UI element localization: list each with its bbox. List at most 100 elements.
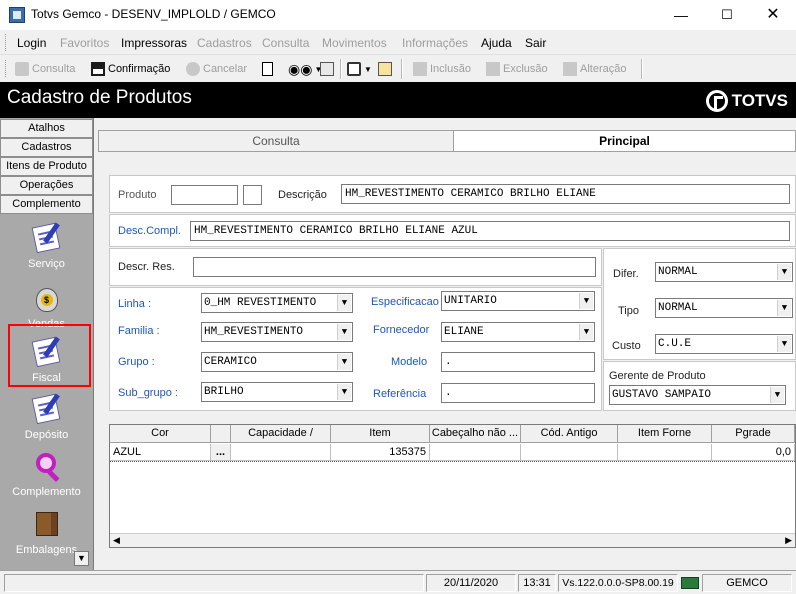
grupo-select[interactable]: CERAMICO ▼: [201, 352, 353, 372]
minimize-button[interactable]: —: [658, 0, 704, 30]
tab-divider: [98, 151, 796, 152]
subgrupo-select[interactable]: BRILHO ▼: [201, 382, 353, 402]
grid-header-cod-antigo[interactable]: Cód. Antigo: [521, 425, 618, 443]
tipo-select[interactable]: NORMAL ▼: [655, 298, 793, 318]
grid-cell-capacidade[interactable]: [231, 444, 331, 461]
familia-select[interactable]: HM_REVESTIMENTO ▼: [201, 322, 353, 342]
menu-cadastros[interactable]: Cadastros: [197, 36, 252, 50]
modelo-input[interactable]: .: [441, 352, 595, 372]
scroll-left-icon[interactable]: ◀: [113, 535, 120, 546]
gerente-select[interactable]: GUSTAVO SAMPAIO ▼: [609, 385, 786, 405]
exclusao-button[interactable]: Exclusão: [486, 61, 548, 77]
nav-operacoes[interactable]: Operações: [0, 176, 93, 195]
inclusao-button[interactable]: Inclusão: [413, 61, 471, 77]
print-button[interactable]: ▼: [347, 61, 372, 77]
maximize-button[interactable]: ☐: [704, 0, 750, 30]
new-document-button[interactable]: [262, 61, 276, 77]
grid-cell-ellipsis-button[interactable]: ...: [211, 444, 231, 461]
grid-cell-cabecalho[interactable]: [430, 444, 521, 461]
chevron-down-icon[interactable]: ▼: [579, 293, 593, 309]
grid-cell-item-forne[interactable]: [618, 444, 712, 461]
chevron-down-icon[interactable]: ▼: [777, 264, 791, 280]
consulta-button[interactable]: Consulta: [15, 61, 75, 77]
nav-icon-label: Serviço: [28, 258, 65, 270]
menu-impressoras[interactable]: Impressoras: [121, 36, 187, 50]
grid-cell-cod-antigo[interactable]: [521, 444, 618, 461]
menu-movimentos[interactable]: Movimentos: [322, 36, 387, 50]
menu-favoritos[interactable]: Favoritos: [60, 36, 109, 50]
linha-label: Linha :: [118, 298, 152, 310]
chevron-down-icon[interactable]: ▼: [337, 384, 351, 400]
tab-principal[interactable]: Principal: [454, 130, 796, 151]
nav-atalhos[interactable]: Atalhos: [0, 119, 93, 138]
menu-consulta[interactable]: Consulta: [262, 36, 309, 50]
custo-select[interactable]: C.U.E ▼: [655, 334, 793, 354]
form-button[interactable]: [320, 61, 337, 77]
fornecedor-select[interactable]: ELIANE ▼: [441, 322, 595, 342]
grid-cell-cor[interactable]: AZUL: [110, 444, 211, 461]
chevron-down-icon[interactable]: ▼: [770, 387, 784, 403]
produto-digit-input[interactable]: [243, 185, 262, 205]
scroll-right-icon[interactable]: ▶: [785, 535, 792, 546]
nav-itens-de-produto[interactable]: Itens de Produto: [0, 157, 93, 176]
produto-input[interactable]: [171, 185, 238, 205]
toolbar-grip: [5, 60, 8, 77]
nav-icon-vendas[interactable]: $ Vendas: [0, 282, 93, 330]
nav-icon-embalagens[interactable]: Embalagens: [0, 508, 93, 556]
cancelar-button[interactable]: Cancelar: [186, 61, 247, 77]
chevron-down-icon[interactable]: ▼: [337, 295, 351, 311]
close-button[interactable]: ✕: [750, 0, 796, 30]
nav-icon-deposito[interactable]: Depósito: [0, 393, 93, 441]
chevron-down-icon[interactable]: ▼: [337, 354, 351, 370]
nav-scroll-down-button[interactable]: ▼: [74, 551, 89, 566]
descr-res-input[interactable]: [193, 257, 596, 277]
especificacao-select[interactable]: UNITARIO ▼: [441, 291, 595, 311]
title-bar: Totvs Gemco - DESENV_IMPLOLD / GEMCO — ☐…: [0, 0, 796, 30]
chevron-down-icon[interactable]: ▼: [579, 324, 593, 340]
grid-header-cor[interactable]: Cor: [110, 425, 211, 443]
grid-header-item-forne[interactable]: Item Forne: [618, 425, 712, 443]
descricao-input[interactable]: HM_REVESTIMENTO CERAMICO BRILHO ELIANE: [341, 184, 790, 204]
chevron-down-icon[interactable]: ▼: [777, 336, 791, 352]
chevron-down-icon[interactable]: ▼: [777, 300, 791, 316]
find-button[interactable]: ◉◉ ▼: [288, 61, 322, 77]
chevron-down-icon[interactable]: ▼: [337, 324, 351, 340]
fornecedor-value: ELIANE: [444, 326, 484, 338]
grid-header-blank[interactable]: [211, 425, 231, 443]
tab-consulta[interactable]: Consulta: [98, 130, 454, 151]
nav-complemento[interactable]: Complemento: [0, 195, 93, 214]
grid-header-item[interactable]: Item: [331, 425, 430, 443]
difer-label: Difer.: [613, 268, 639, 280]
money-bag-icon: $: [31, 282, 63, 314]
alteracao-button[interactable]: Alteração: [563, 61, 626, 77]
nav-icon-complemento[interactable]: Complemento: [0, 450, 93, 498]
consulta-icon: [15, 62, 29, 76]
desc-compl-input[interactable]: HM_REVESTIMENTO CERAMICO BRILHO ELIANE A…: [190, 221, 790, 241]
status-date: 20/11/2020: [426, 574, 516, 592]
subgrupo-label: Sub_grupo :: [118, 387, 178, 399]
menu-sair[interactable]: Sair: [525, 36, 546, 50]
especificacao-value: UNITARIO: [444, 295, 497, 307]
menu-login[interactable]: Login: [17, 36, 46, 50]
linha-select[interactable]: 0_HM REVESTIMENTO ▼: [201, 293, 353, 313]
difer-select[interactable]: NORMAL ▼: [655, 262, 793, 282]
package-icon: [31, 508, 63, 540]
cancelar-label: Cancelar: [203, 63, 248, 75]
gerente-panel: Gerente de Produto GUSTAVO SAMPAIO ▼: [603, 361, 796, 411]
grid-cell-pgrade[interactable]: 0,0: [712, 444, 795, 461]
menu-ajuda[interactable]: Ajuda: [481, 36, 512, 50]
grid-header-capacidade[interactable]: Capacidade /: [231, 425, 331, 443]
referencia-input[interactable]: .: [441, 383, 595, 403]
wizard-button[interactable]: [378, 61, 395, 77]
row-focus-line: [110, 461, 795, 462]
nav-cadastros[interactable]: Cadastros: [0, 138, 93, 157]
totvs-logo-icon: [705, 90, 728, 112]
grid-header-pgrade[interactable]: Pgrade: [712, 425, 795, 443]
grid-header-cabecalho[interactable]: Cabeçalho não ...: [430, 425, 521, 443]
menu-informacoes[interactable]: Informações: [402, 36, 468, 50]
nav-icon-servico[interactable]: Serviço: [0, 222, 93, 270]
connection-icon: [681, 577, 699, 589]
horizontal-scrollbar[interactable]: ◀ ▶: [110, 533, 795, 547]
grid-cell-item[interactable]: 135375: [331, 444, 430, 461]
confirmacao-button[interactable]: Confirmação: [91, 61, 170, 77]
